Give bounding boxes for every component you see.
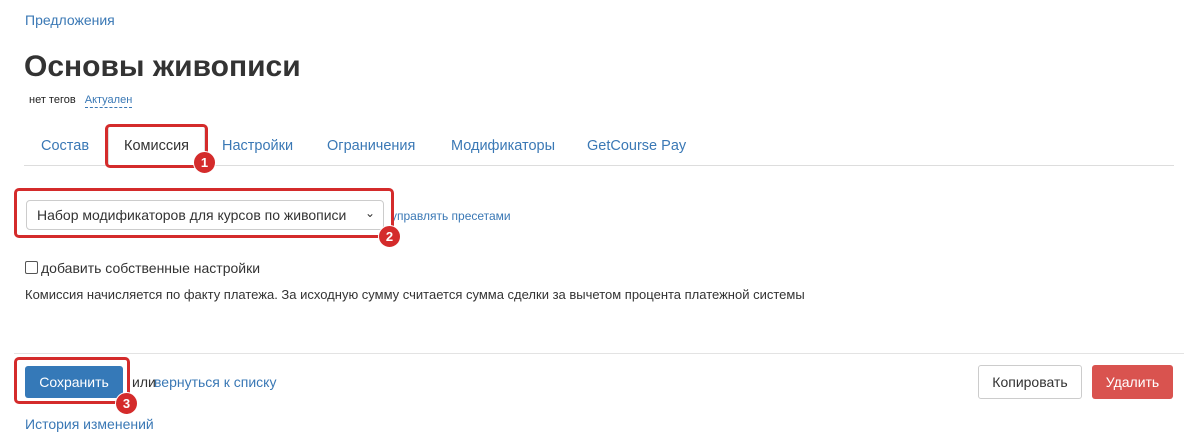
tab-settings[interactable]: Настройки	[222, 138, 293, 154]
custom-settings-option[interactable]: добавить собственные настройки	[25, 260, 260, 276]
annotation-box-2	[14, 188, 394, 238]
divider	[14, 353, 1184, 354]
delete-button[interactable]: Удалить	[1092, 365, 1173, 399]
custom-settings-checkbox[interactable]	[25, 261, 38, 274]
change-history-link[interactable]: История изменений	[25, 416, 154, 432]
manage-presets-link[interactable]: управлять пресетами	[391, 209, 511, 223]
annotation-badge-2: 2	[378, 225, 401, 248]
copy-button[interactable]: Копировать	[978, 365, 1082, 399]
tags-label: нет тегов	[29, 94, 76, 106]
annotation-badge-1: 1	[193, 151, 216, 174]
commission-note: Комиссия начисляется по факту платежа. З…	[25, 287, 805, 302]
status-link[interactable]: Актуален	[84, 94, 133, 108]
or-text: или	[132, 374, 156, 390]
annotation-box-3	[14, 357, 130, 404]
page-title: Основы живописи	[24, 50, 301, 83]
offer-meta: нет тегов Актуален	[29, 94, 133, 108]
custom-settings-label: добавить собственные настройки	[41, 260, 261, 276]
tab-restrictions[interactable]: Ограничения	[327, 138, 415, 154]
annotation-badge-3: 3	[115, 392, 138, 415]
breadcrumb-offers-link[interactable]: Предложения	[25, 12, 115, 28]
tab-composition[interactable]: Состав	[41, 138, 89, 154]
tab-modifiers[interactable]: Модификаторы	[451, 138, 555, 154]
tab-getcourse-pay[interactable]: GetCourse Pay	[587, 138, 686, 154]
back-to-list-link[interactable]: вернуться к списку	[154, 374, 276, 390]
